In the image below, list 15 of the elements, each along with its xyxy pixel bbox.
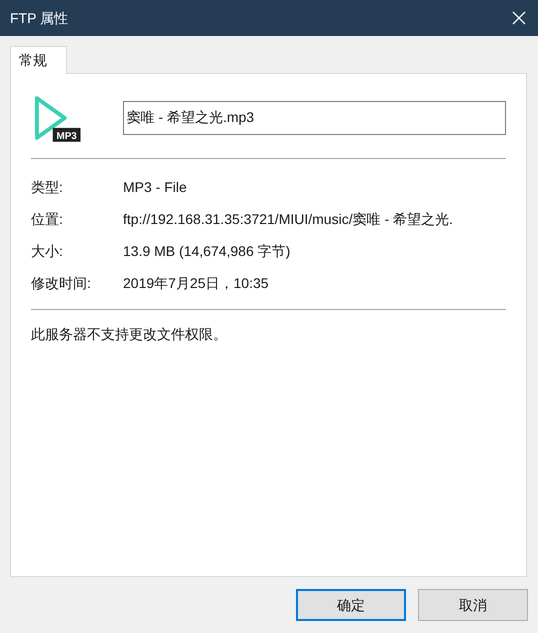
close-icon[interactable] xyxy=(512,11,526,25)
file-name-field[interactable]: 窦唯 - 希望之光.mp3 xyxy=(122,101,506,135)
property-value: 13.9 MB (14,674,986 字节) xyxy=(123,242,290,261)
permission-message: 此服务器不支持更改文件权限。 xyxy=(31,325,228,344)
dialog-button[interactable]: 确定 xyxy=(296,589,406,621)
window-title: FTP 属性 xyxy=(10,8,68,28)
property-value: MP3 - File xyxy=(123,178,187,196)
property-label: 大小: xyxy=(31,242,64,260)
property-value: ftp://192.168.31.35:3721/MIUI/music/窦唯 - 希望之光. xyxy=(123,210,453,229)
property-label: 位置: xyxy=(31,210,64,228)
tab[interactable]: 常规 xyxy=(10,46,67,74)
property-value: 2019年7月25日，10:35 xyxy=(123,274,269,292)
dialog-button[interactable]: 取消 xyxy=(418,589,528,621)
property-label: 修改时间: xyxy=(31,274,92,292)
property-label: 类型: xyxy=(31,178,64,196)
